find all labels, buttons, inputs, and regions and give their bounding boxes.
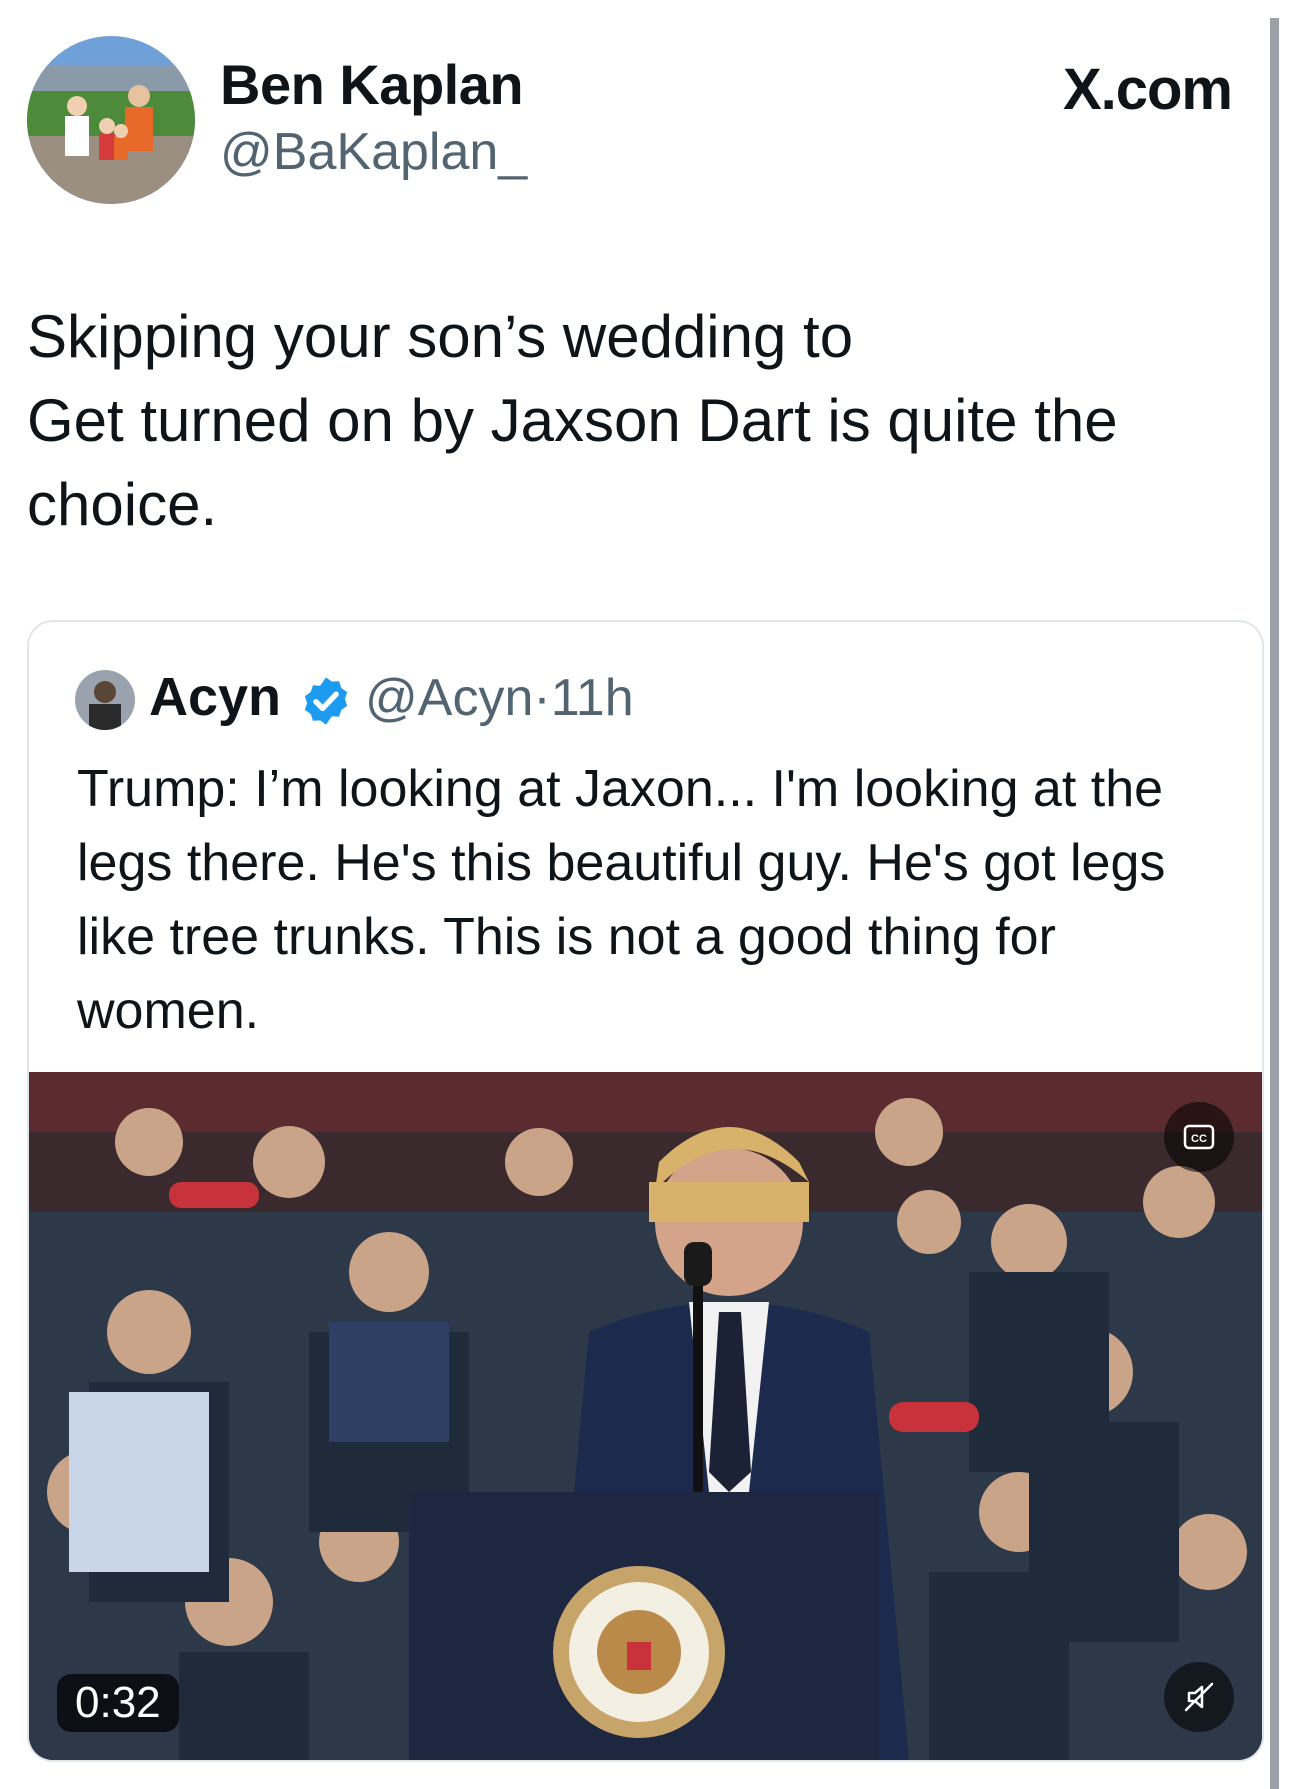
quoted-author-meta: @Acyn·11h xyxy=(365,668,634,728)
quoted-tweet-card[interactable]: Acyn @Acyn·11h Trump: I’m looking at Jax… xyxy=(27,620,1264,1762)
author-name[interactable]: Ben Kaplan xyxy=(220,52,524,117)
author-handle[interactable]: @BaKaplan_ xyxy=(220,122,527,182)
quoted-tweet-time[interactable]: 11h xyxy=(551,669,634,727)
scrollbar[interactable] xyxy=(1270,18,1279,1789)
site-label: X.com xyxy=(1062,57,1233,122)
quoted-tweet-text: Trump: I’m looking at Jaxon... I'm looki… xyxy=(77,760,1166,1040)
quoted-author-handle[interactable]: @Acyn xyxy=(365,669,533,727)
tweet-text: Skipping your son’s wedding to Get turne… xyxy=(27,303,1118,538)
meta-separator: · xyxy=(533,669,551,727)
tweet-header: Ben Kaplan @BaKaplan_ X.com xyxy=(0,0,1260,220)
captions-button[interactable]: CC xyxy=(1164,1102,1234,1172)
video-player[interactable]: CC 0:32 xyxy=(29,1072,1262,1760)
verified-badge-icon xyxy=(299,674,353,728)
author-avatar[interactable] xyxy=(27,36,195,204)
speaker-muted-icon xyxy=(1184,1682,1214,1712)
quoted-author-name[interactable]: Acyn xyxy=(149,666,281,728)
video-frame xyxy=(29,1072,1262,1760)
cc-icon: CC xyxy=(1183,1124,1215,1150)
mute-toggle-button[interactable] xyxy=(1164,1662,1234,1732)
video-duration: 0:32 xyxy=(57,1674,179,1732)
quoted-author-avatar[interactable] xyxy=(75,670,135,730)
svg-text:CC: CC xyxy=(1191,1133,1207,1145)
